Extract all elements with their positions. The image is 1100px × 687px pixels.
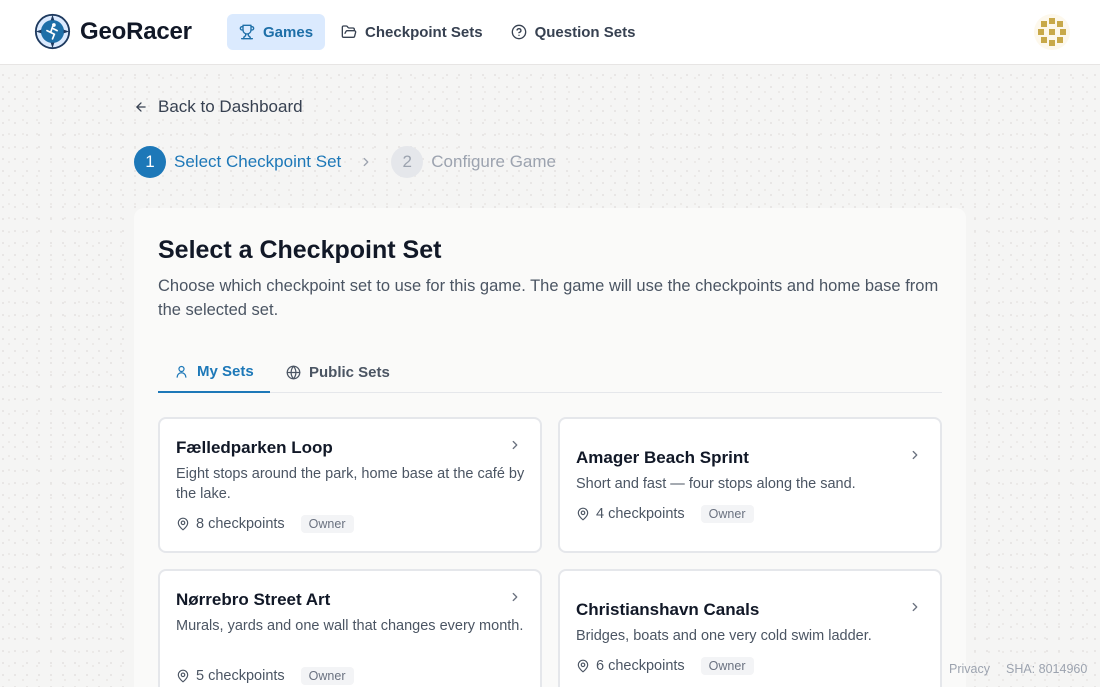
checkpoint-set-card[interactable]: Fælledparken Loop Eight stops around the…	[158, 417, 542, 553]
set-description: Bridges, boats and one very cold swim la…	[576, 628, 872, 644]
page-description: Choose which checkpoint set to use for t…	[158, 277, 939, 319]
nav-item-games[interactable]: Games	[227, 14, 326, 50]
set-meta: 6 checkpoints Owner	[576, 657, 754, 675]
nav-item-label: Games	[263, 23, 314, 41]
brand[interactable]: GeoRacer	[34, 13, 192, 50]
footer: Privacy SHA: 8014960	[949, 662, 1087, 676]
tab-label: Public Sets	[309, 364, 390, 381]
compass-runner-icon	[34, 13, 71, 50]
page-title: Select a Checkpoint Set	[158, 236, 442, 264]
avatar[interactable]	[1034, 14, 1070, 50]
nav-item-question-sets[interactable]: Question Sets	[499, 14, 648, 50]
set-meta: 5 checkpoints Owner	[176, 667, 354, 685]
set-description: Murals, yards and one wall that changes …	[176, 618, 524, 634]
top-navigation-bar: GeoRacer Games Checkpoint Sets Question …	[0, 0, 1100, 65]
set-tabs: My Sets Public Sets	[158, 352, 942, 393]
set-name: Christianshavn Canals	[576, 600, 760, 619]
checkpoint-count: 6 checkpoints	[596, 658, 685, 674]
set-description: Eight stops around the park, home base a…	[176, 466, 525, 502]
owner-badge: Owner	[300, 667, 354, 685]
main-nav: Games Checkpoint Sets Question Sets	[227, 14, 651, 50]
arrow-left-icon	[136, 102, 146, 112]
checkpoint-count: 5 checkpoints	[196, 668, 285, 684]
chevron-right-icon	[512, 440, 518, 450]
step-label: Select Checkpoint Set	[174, 152, 342, 171]
user-icon	[176, 365, 187, 378]
chevron-right-icon	[363, 157, 369, 167]
set-description: Short and fast — four stops along the sa…	[576, 476, 856, 492]
set-meta: 4 checkpoints Owner	[576, 505, 754, 523]
owner-badge: Owner	[700, 505, 754, 523]
back-link-label: Back to Dashboard	[158, 97, 303, 116]
select-checkpoint-set-panel: Select a Checkpoint Set Choose which che…	[134, 208, 966, 687]
owner-badge: Owner	[300, 515, 354, 533]
owner-badge: Owner	[700, 657, 754, 675]
chevron-right-icon	[912, 450, 918, 460]
chevron-right-icon	[912, 602, 918, 612]
set-name: Amager Beach Sprint	[576, 448, 749, 467]
set-name: Fælledparken Loop	[176, 438, 333, 457]
nav-item-label: Checkpoint Sets	[365, 23, 483, 41]
folder-icon	[341, 25, 357, 38]
checkpoint-set-card[interactable]: Amager Beach Sprint Short and fast — fou…	[558, 417, 942, 553]
set-name: Nørrebro Street Art	[176, 590, 331, 609]
chevron-right-icon	[512, 592, 518, 602]
privacy-link[interactable]: Privacy	[949, 662, 990, 676]
map-pin-icon	[577, 659, 589, 673]
step-label: Configure Game	[431, 152, 556, 171]
back-to-dashboard-link[interactable]: Back to Dashboard	[134, 97, 303, 117]
brand-name: GeoRacer	[80, 17, 192, 45]
checkpoint-set-card[interactable]: Nørrebro Street Art Murals, yards and on…	[158, 569, 542, 687]
nav-item-checkpoint-sets[interactable]: Checkpoint Sets	[329, 14, 495, 50]
map-pin-icon	[577, 507, 589, 521]
step-number: 1	[134, 146, 166, 178]
tab-label: My Sets	[197, 363, 254, 380]
sha-label: SHA: 8014960	[1005, 662, 1088, 676]
map-pin-icon	[177, 669, 189, 683]
globe-icon	[286, 365, 301, 380]
stepper: 1 Select Checkpoint Set 2 Configure Game	[134, 146, 556, 178]
step-number: 2	[391, 146, 424, 178]
trophy-icon	[239, 24, 255, 40]
set-meta: 8 checkpoints Owner	[176, 515, 354, 533]
checkpoint-set-card[interactable]: Christianshavn Canals Bridges, boats and…	[558, 569, 942, 687]
tab-public-sets[interactable]: Public Sets	[270, 352, 406, 393]
nav-item-label: Question Sets	[534, 23, 636, 41]
checkpoint-count: 8 checkpoints	[196, 516, 285, 532]
map-pin-icon	[177, 517, 189, 531]
checkpoint-count: 4 checkpoints	[596, 506, 685, 522]
tab-my-sets[interactable]: My Sets	[158, 352, 270, 393]
help-circle-icon	[511, 24, 526, 40]
